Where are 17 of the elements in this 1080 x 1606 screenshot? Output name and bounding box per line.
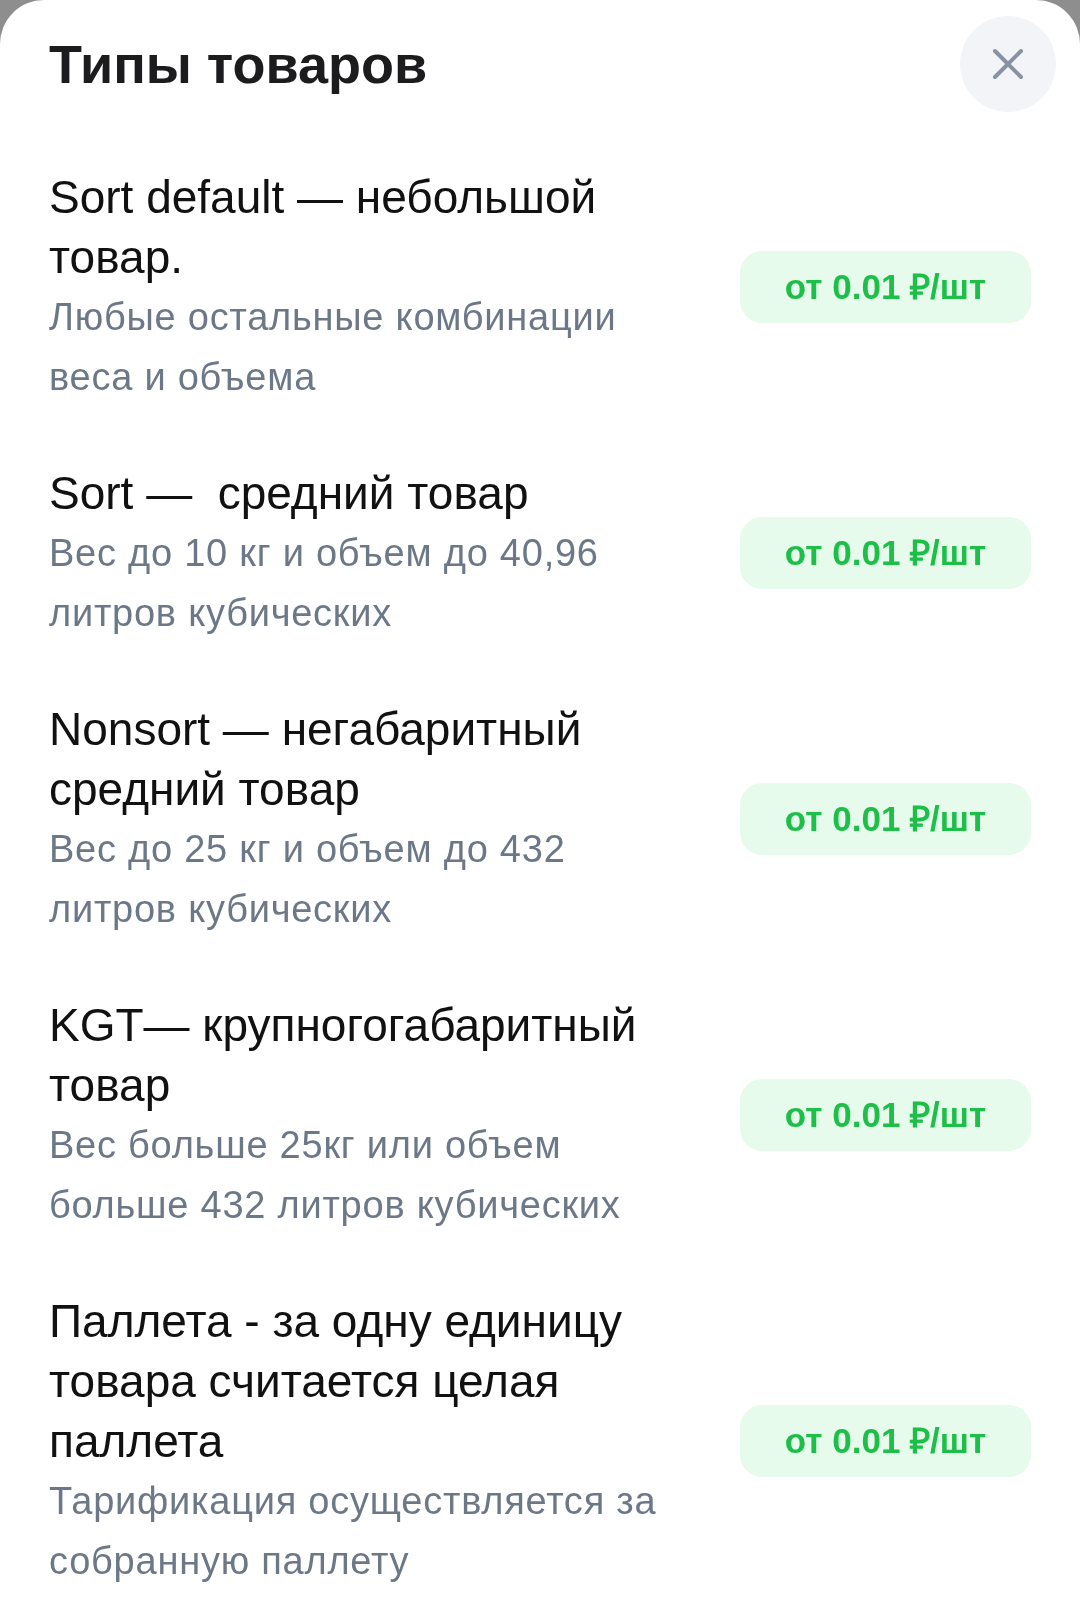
product-type-description: Тарификация осуществляется за собранную паллету — [49, 1479, 658, 1584]
price-badge: от 0.01 ₽/шт — [740, 517, 1031, 589]
product-type-name: KGT— крупногогабаритный товар — [49, 998, 638, 1113]
price-badge: от 0.01 ₽/шт — [740, 1079, 1031, 1151]
price-badge: от 0.01 ₽/шт — [740, 783, 1031, 855]
close-icon — [992, 48, 1024, 80]
price-badge: от 0.01 ₽/шт — [740, 251, 1031, 323]
product-type-description: Вес до 25 кг и объем до 432 литров кубических — [49, 827, 567, 932]
product-type-description: Вес до 10 кг и объем до 40,96 литров кубических — [49, 531, 600, 636]
price-badge: от 0.01 ₽/шт — [740, 1405, 1031, 1477]
product-type-name: Sort default — небольшой товар. — [49, 170, 598, 285]
product-type-name: Nonsort — негабаритный средний товар — [49, 702, 583, 817]
product-type-description: Вес больше 25кг или объем больше 432 литров кубических — [49, 1123, 622, 1228]
product-type-description: Любые остальные комбинации веса и объема — [49, 295, 618, 400]
product-type-name: Sort — средний товар — [49, 466, 530, 521]
sheet-title: Типы товаров — [49, 33, 428, 96]
product-type-name: Паллета - за одну единицу товара считается целая паллета — [49, 1294, 623, 1469]
